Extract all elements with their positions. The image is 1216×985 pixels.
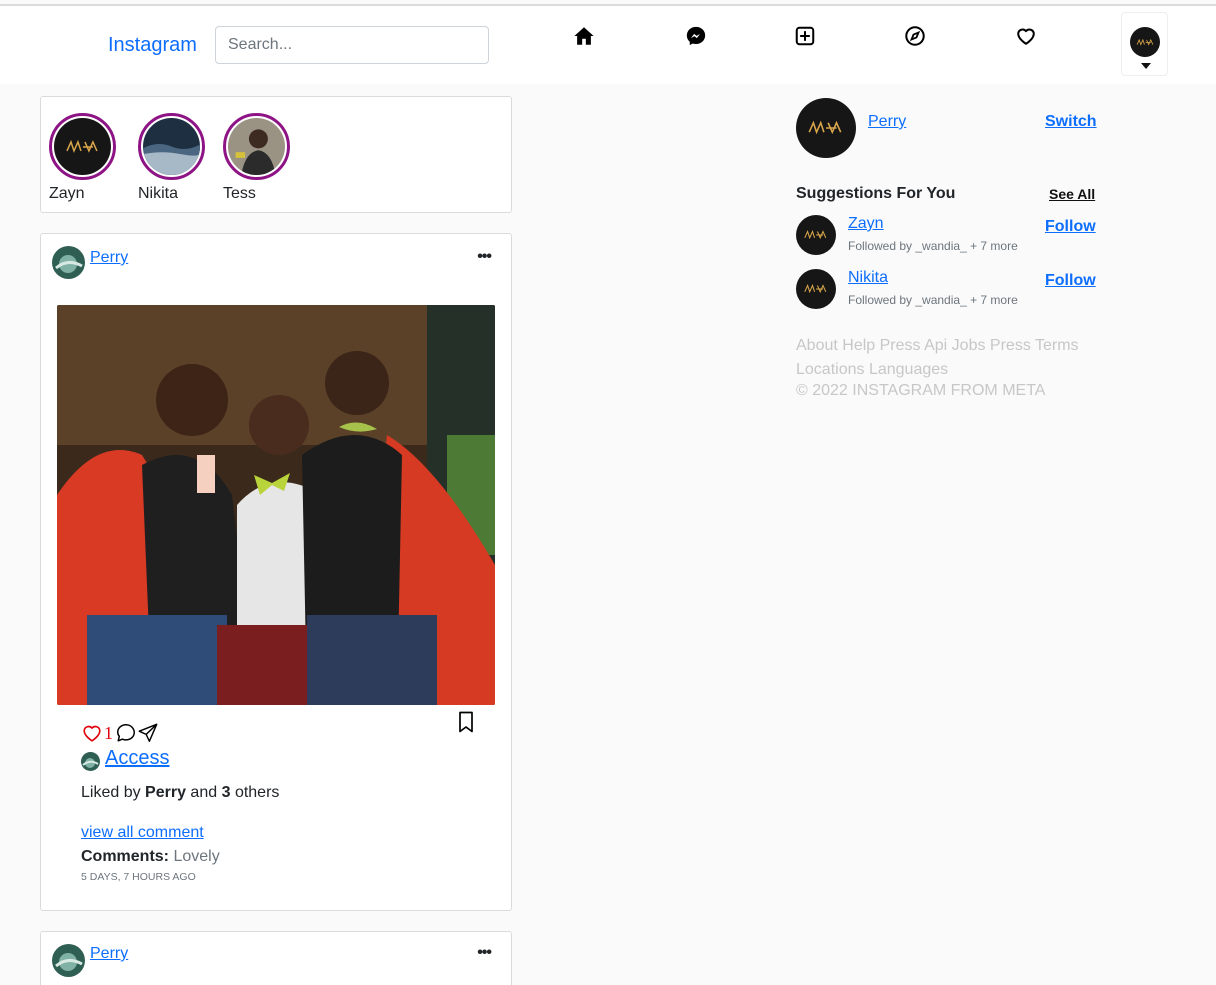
post-author-link[interactable]: Perry — [90, 945, 128, 963]
copyright-text: © 2022 INSTAGRAM FROM META — [796, 382, 1046, 399]
suggestion-avatar[interactable] — [796, 269, 836, 309]
share-send-icon[interactable] — [137, 722, 159, 744]
story-name: Zayn — [49, 185, 85, 202]
footer-link-about[interactable]: About — [796, 337, 838, 354]
footer-links: About Help Press Api Jobs Press Terms Lo… — [796, 334, 1096, 382]
post-author-link[interactable]: Perry — [90, 249, 128, 267]
footer-link-press[interactable]: Press — [880, 337, 921, 354]
heart-icon[interactable] — [1013, 23, 1039, 49]
liked-by-text: Liked by Perry and 3 others — [81, 784, 280, 801]
footer-link-press[interactable]: Press — [990, 337, 1031, 354]
profile-menu-button[interactable] — [1121, 12, 1168, 76]
comment-icon[interactable] — [115, 722, 137, 744]
home-icon[interactable] — [571, 23, 597, 49]
like-heart-icon[interactable] — [81, 722, 103, 744]
view-all-comments-link[interactable]: view all comment — [81, 824, 204, 842]
comments-label: Comments: — [81, 848, 170, 865]
messenger-icon[interactable] — [683, 23, 709, 49]
current-user-avatar[interactable] — [796, 98, 856, 158]
chevron-down-icon — [1141, 63, 1151, 69]
suggestion-avatar[interactable] — [796, 215, 836, 255]
like-count: 1 — [104, 722, 113, 743]
story-avatar — [228, 118, 285, 175]
profile-avatar — [1130, 27, 1160, 57]
footer-link-jobs[interactable]: Jobs — [952, 337, 986, 354]
caption-row: Access — [81, 746, 169, 771]
stories-panel: Zayn Nikita Tess — [40, 96, 512, 213]
story-name: Tess — [223, 185, 256, 202]
story-item[interactable]: Nikita — [138, 113, 208, 203]
more-options-icon[interactable]: ••• — [477, 944, 492, 962]
post-card: Perry ••• — [40, 931, 512, 985]
post-actions: 1 — [81, 722, 159, 744]
brand-logo-link[interactable]: Instagram — [108, 34, 197, 57]
post-timestamp: 5 DAYS, 7 HOURS AGO — [81, 871, 196, 883]
post-image — [57, 305, 495, 705]
liked-by-user[interactable]: Perry — [145, 784, 186, 801]
suggestion-item: Zayn Followed by _wandia_ + 7 more Follo… — [796, 215, 1096, 257]
footer-link-languages[interactable]: Languages — [869, 361, 948, 378]
caption-author-avatar — [81, 752, 100, 771]
liked-by-count: 3 — [221, 784, 231, 801]
see-all-link[interactable]: See All — [1049, 186, 1095, 202]
story-avatar — [54, 118, 111, 175]
access-link[interactable]: Access — [105, 747, 169, 770]
more-options-icon[interactable]: ••• — [477, 248, 492, 266]
story-item[interactable]: Zayn — [49, 113, 119, 203]
footer-link-help[interactable]: Help — [842, 337, 875, 354]
switch-account-link[interactable]: Switch — [1045, 113, 1097, 131]
suggestion-item: Nikita Followed by _wandia_ + 7 more Fol… — [796, 269, 1096, 311]
add-post-icon[interactable] — [792, 23, 818, 49]
suggestion-followed-by: Followed by _wandia_ + 7 more — [848, 293, 1018, 307]
bookmark-icon[interactable] — [455, 710, 477, 734]
suggestion-followed-by: Followed by _wandia_ + 7 more — [848, 239, 1018, 253]
story-name: Nikita — [138, 185, 179, 202]
suggestions-title: Suggestions For You — [796, 185, 956, 202]
story-avatar — [143, 118, 200, 175]
post-author-avatar[interactable] — [52, 944, 85, 977]
follow-button[interactable]: Follow — [1045, 272, 1096, 290]
explore-icon[interactable] — [902, 23, 928, 49]
footer-link-locations[interactable]: Locations — [796, 361, 865, 378]
current-user-link[interactable]: Perry — [868, 113, 906, 131]
post-card: Perry ••• 1 Access Liked by Perry and 3 … — [40, 233, 512, 911]
footer-link-terms[interactable]: Terms — [1035, 337, 1079, 354]
comment-text: Lovely — [173, 848, 220, 865]
suggestion-name-link[interactable]: Zayn — [848, 215, 884, 233]
top-navbar: Instagram — [0, 6, 1216, 84]
follow-button[interactable]: Follow — [1045, 218, 1096, 236]
comment-row: Comments: Lovely — [81, 848, 220, 866]
footer-link-api[interactable]: Api — [924, 337, 947, 354]
search-input[interactable] — [215, 26, 489, 64]
post-author-avatar[interactable] — [52, 246, 85, 279]
suggestion-name-link[interactable]: Nikita — [848, 269, 888, 287]
story-item[interactable]: Tess — [223, 113, 293, 203]
